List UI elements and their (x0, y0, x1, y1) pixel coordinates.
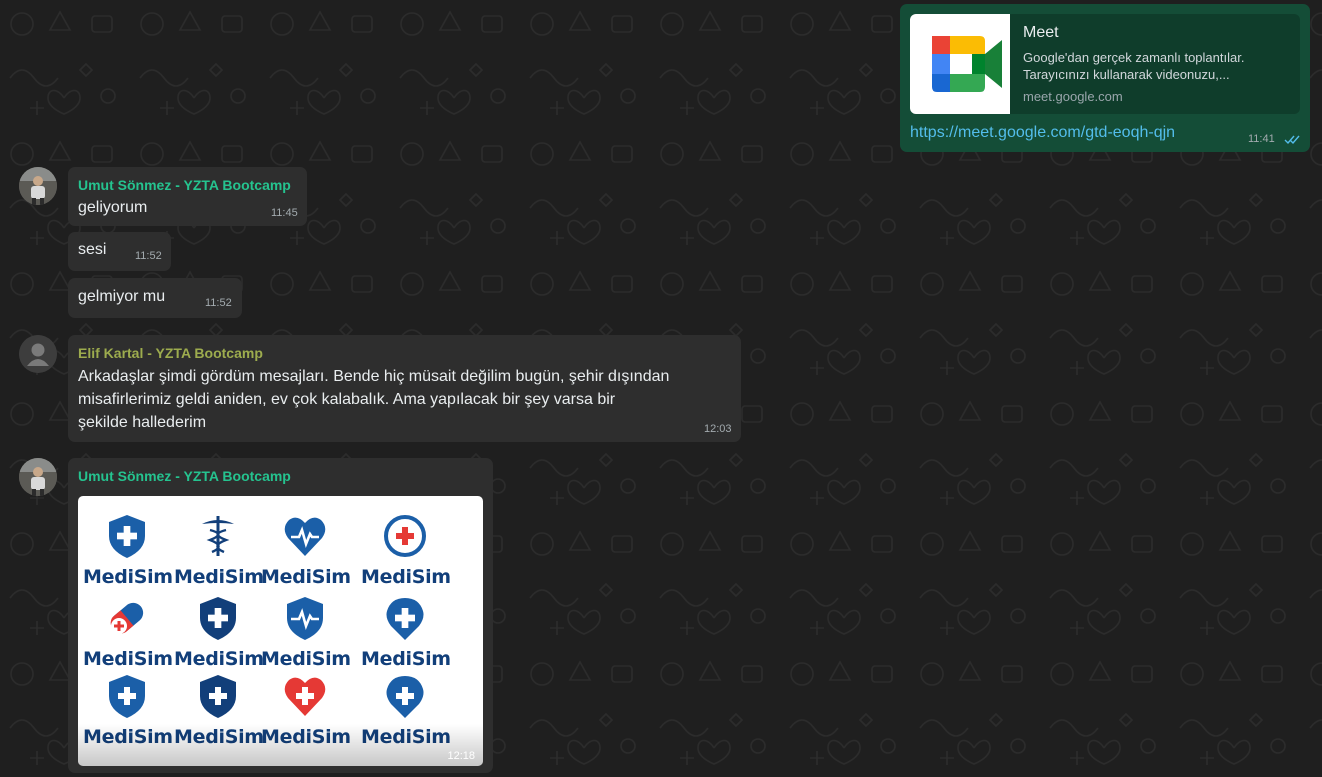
medical-icon (109, 675, 145, 718)
medical-icon (284, 677, 326, 716)
logo-text: MediSim (361, 648, 451, 670)
link-preview-description-line2: Tarayıcınızı kullanarak videonuzu,... (1023, 67, 1230, 82)
medical-icon (202, 516, 234, 556)
sender-name[interactable]: Umut Sönmez - YZTA Bootcamp (78, 468, 291, 484)
message-text: geliyorum (78, 199, 148, 216)
sender-name[interactable]: Umut Sönmez - YZTA Bootcamp (78, 177, 291, 193)
message-time: 12:03 (704, 423, 732, 435)
medical-icon (384, 515, 426, 557)
logo-text: MediSim (83, 566, 173, 588)
logo-text: MediSim (174, 648, 264, 670)
incoming-message[interactable]: gelmiyor mu 11:52 (68, 278, 242, 318)
medical-icon (109, 515, 145, 558)
medical-icon (287, 597, 323, 640)
link-preview-thumbnail (910, 14, 1010, 114)
double-check-icon (1284, 135, 1300, 145)
message-time: 11:52 (205, 297, 232, 309)
incoming-message[interactable]: Umut Sönmez - YZTA Bootcamp geliyorum 11… (68, 167, 307, 226)
medisim-logo: MediSim (361, 594, 451, 670)
message-text-line: Arkadaşlar şimdi gördüm mesajları. Bende… (78, 368, 670, 385)
logo-text: MediSim (83, 648, 173, 670)
message-text: gelmiyor mu (78, 288, 166, 305)
incoming-message[interactable]: sesi 11:52 (68, 232, 171, 271)
link-url[interactable]: https://meet.google.com/gtd-eoqh-qjn (910, 124, 1175, 142)
medical-icon (386, 598, 424, 640)
logo-text: MediSim (174, 566, 264, 588)
message-text: sesi (78, 241, 107, 258)
link-preview-description-line1: Google'dan gerçek zamanlı toplantılar. (1023, 50, 1245, 65)
link-preview-card[interactable]: Meet Google'dan gerçek zamanlı toplantıl… (910, 14, 1300, 114)
sender-name[interactable]: Elif Kartal - YZTA Bootcamp (78, 345, 263, 361)
medisim-logo: MediSim (361, 512, 451, 588)
medisim-logo: MediSim (261, 594, 351, 670)
outgoing-message-link[interactable]: Meet Google'dan gerçek zamanlı toplantıl… (900, 4, 1310, 152)
avatar[interactable] (19, 335, 57, 373)
medisim-logo: MediSim (174, 512, 264, 588)
google-meet-logo-icon (932, 36, 1002, 92)
logo-text: MediSim (361, 566, 451, 588)
message-text-line: misafirlerimiz geldi aniden, ev çok kala… (78, 391, 616, 408)
message-time: 11:52 (135, 250, 162, 262)
image-bottom-shade (78, 724, 483, 766)
incoming-image-message[interactable]: Umut Sönmez - YZTA Bootcamp MediSim MediS… (68, 458, 493, 773)
medical-icon (110, 602, 144, 634)
logo-text: MediSim (261, 566, 351, 588)
avatar[interactable] (19, 458, 57, 496)
message-time: 11:45 (271, 207, 298, 219)
message-text-line: şekilde hallederim (78, 414, 207, 431)
message-time: 11:41 (1248, 133, 1275, 145)
user-photo-icon (19, 458, 57, 496)
medisim-logo: MediSim (174, 594, 264, 670)
medisim-logo: MediSim (83, 512, 173, 588)
link-preview-title: Meet (1023, 24, 1059, 41)
medical-icon (200, 597, 236, 640)
medical-icon (284, 517, 326, 556)
image-attachment[interactable]: MediSim MediSim MediSim MediSim MediSim MediS… (78, 496, 483, 766)
default-avatar-icon (19, 335, 57, 373)
medical-icon (386, 676, 424, 718)
message-time: 12:18 (447, 750, 475, 762)
medical-icon (200, 675, 236, 718)
medisim-logo: MediSim (261, 512, 351, 588)
medisim-logo: MediSim (83, 594, 173, 670)
avatar[interactable] (19, 167, 57, 205)
logo-text: MediSim (261, 648, 351, 670)
user-photo-icon (19, 167, 57, 205)
link-preview-domain: meet.google.com (1023, 89, 1123, 104)
incoming-message[interactable]: Elif Kartal - YZTA Bootcamp Arkadaşlar ş… (68, 335, 741, 442)
